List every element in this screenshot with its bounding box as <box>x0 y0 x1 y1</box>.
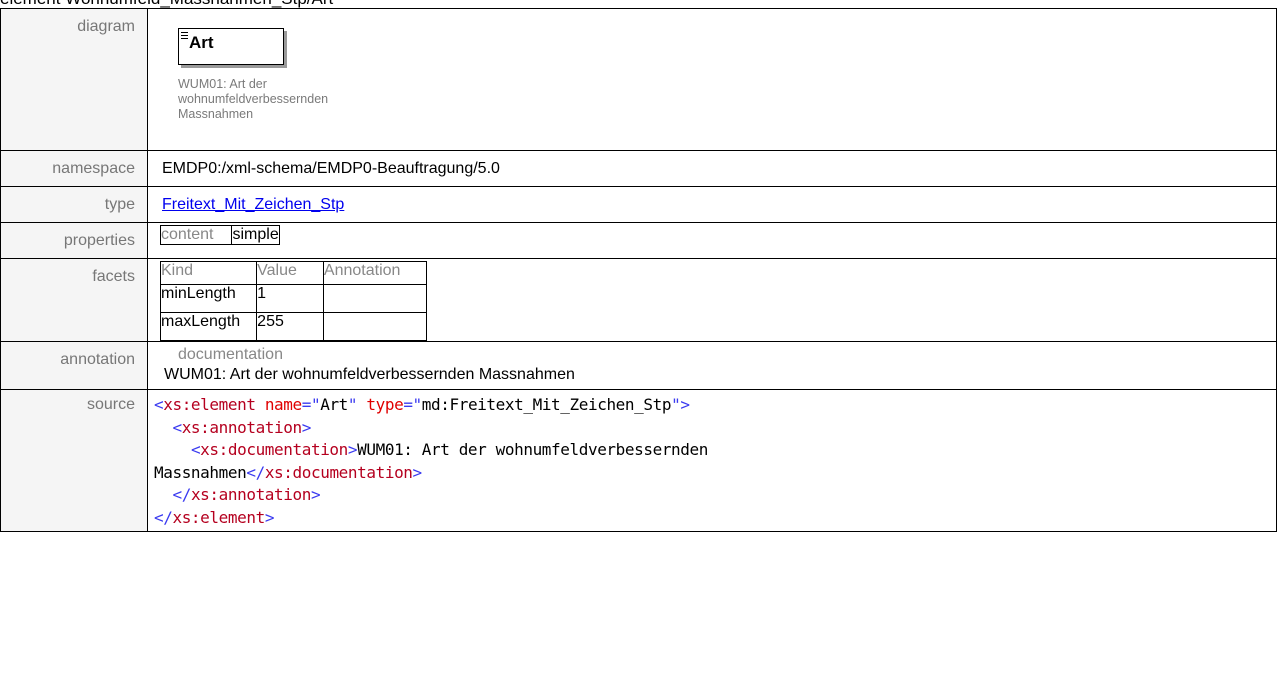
diagram-label: diagram <box>0 8 148 151</box>
facets-cell: Kind Value Annotation minLength 1 maxLen… <box>147 258 1277 342</box>
facets-header-annotation: Annotation <box>322 261 428 285</box>
facet-row: minLength 1 <box>159 284 428 313</box>
annotation-label: annotation <box>0 341 148 390</box>
facets-header-value: Value <box>256 261 324 285</box>
annotation-cell: documentation WUM01: Art der wohnumfeldv… <box>147 341 1277 390</box>
type-label: type <box>0 186 148 223</box>
facets-header-row: Kind Value Annotation <box>159 261 428 285</box>
element-diagram-box[interactable]: Art <box>178 28 284 65</box>
facet-annotation <box>322 312 428 341</box>
type-value: Freitext_Mit_Zeichen_Stp <box>147 186 1277 223</box>
properties-table: content simple <box>159 225 280 245</box>
namespace-label: namespace <box>0 150 148 187</box>
element-content-icon <box>181 32 188 41</box>
diagram-caption: WUM01: Art der wohnumfeldverbessernden M… <box>178 77 329 121</box>
property-key: content <box>159 225 233 245</box>
namespace-row: namespace EMDP0:/xml-schema/EMDP0-Beauft… <box>0 150 1277 187</box>
namespace-value: EMDP0:/xml-schema/EMDP0-Beauftragung/5.0 <box>147 150 1277 187</box>
property-value: simple <box>231 225 280 245</box>
type-link[interactable]: Freitext_Mit_Zeichen_Stp <box>162 196 344 213</box>
facets-header-kind: Kind <box>159 261 258 285</box>
annotation-text: WUM01: Art der wohnumfeldverbessernden M… <box>164 366 575 383</box>
properties-label: properties <box>0 222 148 259</box>
source-label: source <box>0 389 148 532</box>
facet-annotation <box>322 284 428 313</box>
source-row: source <xs:element name="Art" type="md:F… <box>0 389 1277 532</box>
properties-row: properties content simple <box>0 222 1277 259</box>
diagram-element-name: Art <box>189 33 214 52</box>
element-doc-table: diagram Art WUM01: Art der wohnumfeldver… <box>0 8 1277 532</box>
facet-kind: minLength <box>159 284 258 313</box>
facets-table: Kind Value Annotation minLength 1 maxLen… <box>159 261 428 341</box>
type-row: type Freitext_Mit_Zeichen_Stp <box>0 186 1277 223</box>
annotation-heading: documentation <box>178 346 283 363</box>
facets-row: facets Kind Value Annotation minLength 1… <box>0 258 1277 342</box>
properties-cell: content simple <box>147 222 1277 259</box>
facet-row: maxLength 255 <box>159 312 428 341</box>
source-cell: <xs:element name="Art" type="md:Freitext… <box>147 389 1277 532</box>
facet-value: 1 <box>256 284 324 313</box>
facet-kind: maxLength <box>159 312 258 341</box>
diagram-row: diagram Art WUM01: Art der wohnumfeldver… <box>0 8 1277 151</box>
facets-label: facets <box>0 258 148 342</box>
annotation-row: annotation documentation WUM01: Art der … <box>0 341 1277 390</box>
facet-value: 255 <box>256 312 324 341</box>
source-code: <xs:element name="Art" type="md:Freitext… <box>154 395 708 527</box>
diagram-cell: Art WUM01: Art der wohnumfeldverbessernd… <box>147 8 1277 151</box>
